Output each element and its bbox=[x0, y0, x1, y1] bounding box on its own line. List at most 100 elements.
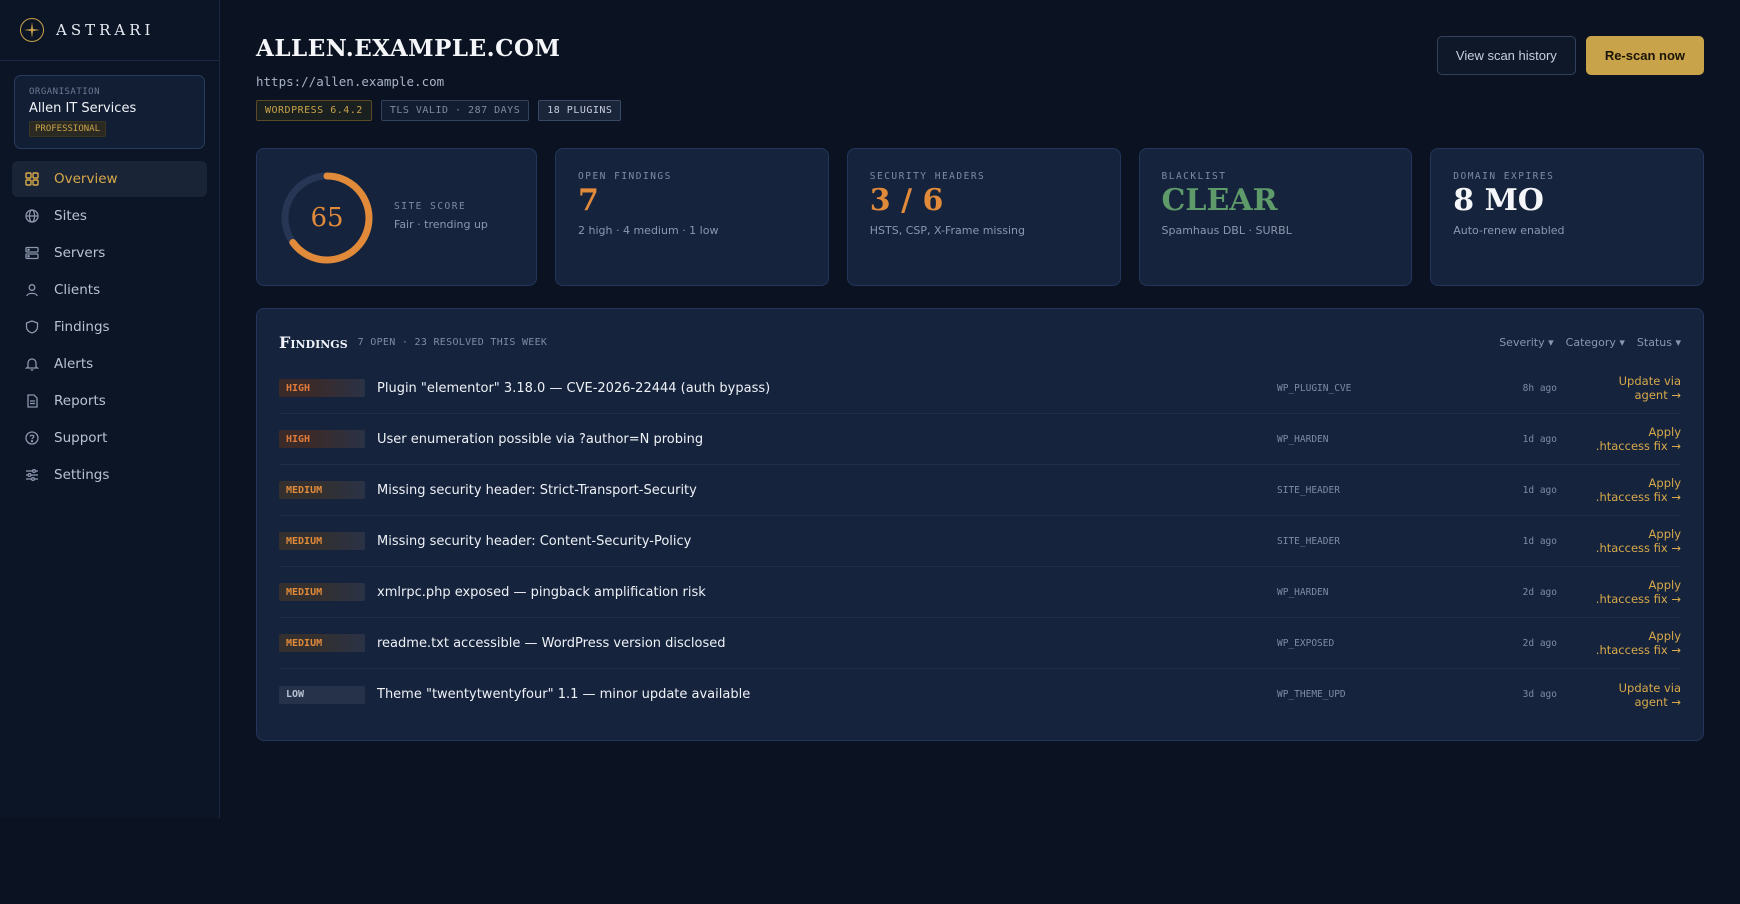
score-label: SITE SCORE bbox=[394, 201, 467, 212]
shield-icon bbox=[24, 319, 40, 335]
site-url[interactable]: https://allen.example.com bbox=[256, 74, 444, 89]
grid-icon bbox=[24, 171, 40, 187]
sidebar-item-clients[interactable]: Clients bbox=[12, 272, 207, 308]
finding-time: 8h ago bbox=[1522, 382, 1557, 394]
table-row[interactable]: LOW Theme "twentytwentyfour" 1.1 — minor… bbox=[279, 669, 1681, 720]
findings-header: Findings 7 OPEN · 23 RESOLVED THIS WEEK … bbox=[279, 329, 1681, 355]
sidebar-item-reports[interactable]: Reports bbox=[12, 383, 207, 419]
finding-description: xmlrpc.php exposed — pingback amplificat… bbox=[377, 584, 706, 600]
finding-time: 2d ago bbox=[1522, 637, 1557, 649]
sidebar-nav: Overview Sites Servers Clients Findings … bbox=[0, 161, 219, 493]
finding-action-link[interactable]: Apply .htaccess fix → bbox=[1581, 629, 1681, 657]
stats-row: 65 SITE SCORE Fair · trending up OPEN FI… bbox=[256, 148, 1704, 286]
stat-sub: 2 high · 4 medium · 1 low bbox=[578, 224, 719, 237]
finding-description: Plugin "elementor" 3.18.0 — CVE-2026-224… bbox=[377, 380, 771, 396]
open-findings-card[interactable]: OPEN FINDINGS 7 2 high · 4 medium · 1 lo… bbox=[555, 148, 829, 286]
sidebar-item-label: Support bbox=[54, 430, 108, 446]
sidebar-item-servers[interactable]: Servers bbox=[12, 235, 207, 271]
stat-sub: Spamhaus DBL · SURBL bbox=[1161, 224, 1292, 237]
table-row[interactable]: MEDIUM Missing security header: Content-… bbox=[279, 516, 1681, 567]
header-actions: View scan history Re-scan now bbox=[1436, 36, 1704, 75]
site-header: ALLEN.EXAMPLE.COM https://allen.example.… bbox=[256, 0, 1704, 148]
finding-category: WP_EXPOSED bbox=[1277, 637, 1335, 649]
sidebar-item-findings[interactable]: Findings bbox=[12, 309, 207, 345]
brand-name: ASTRARI bbox=[56, 21, 155, 39]
filter-status[interactable]: Status ▾ bbox=[1637, 336, 1681, 349]
findings-panel: Findings 7 OPEN · 23 RESOLVED THIS WEEK … bbox=[256, 308, 1704, 741]
finding-time: 1d ago bbox=[1522, 484, 1557, 496]
findings-filters: Severity ▾ Category ▾ Status ▾ bbox=[1499, 336, 1681, 349]
score-sub: Fair · trending up bbox=[394, 218, 488, 231]
user-icon bbox=[24, 282, 40, 298]
sidebar-item-settings[interactable]: Settings bbox=[12, 457, 207, 493]
bell-icon bbox=[24, 356, 40, 372]
finding-time: 1d ago bbox=[1522, 535, 1557, 547]
finding-description: Theme "twentytwentyfour" 1.1 — minor upd… bbox=[377, 687, 751, 702]
brand[interactable]: ASTRARI bbox=[0, 0, 219, 61]
chip-wordpress-version: WORDPRESS 6.4.2 bbox=[256, 100, 372, 121]
severity-badge: MEDIUM bbox=[279, 634, 365, 652]
sidebar-item-label: Clients bbox=[54, 282, 101, 298]
sidebar: ASTRARI ORGANISATION Allen IT Services P… bbox=[0, 0, 220, 818]
sliders-icon bbox=[24, 467, 40, 483]
finding-category: WP_HARDEN bbox=[1277, 586, 1329, 598]
view-scan-history-button[interactable]: View scan history bbox=[1436, 36, 1576, 75]
finding-category: SITE_HEADER bbox=[1277, 535, 1340, 547]
stat-sub: Auto-renew enabled bbox=[1453, 224, 1565, 237]
sidebar-item-alerts[interactable]: Alerts bbox=[12, 346, 207, 382]
filter-category[interactable]: Category ▾ bbox=[1566, 336, 1625, 349]
blacklist-card[interactable]: BLACKLIST CLEAR Spamhaus DBL · SURBL bbox=[1138, 148, 1413, 286]
finding-description: Missing security header: Content-Securit… bbox=[377, 533, 692, 549]
table-row[interactable]: HIGH User enumeration possible via ?auth… bbox=[279, 414, 1681, 465]
org-name: Allen IT Services bbox=[29, 101, 137, 116]
finding-action-link[interactable]: Update via agent → bbox=[1581, 681, 1681, 709]
score-text: SITE SCORE Fair · trending up bbox=[394, 201, 488, 231]
severity-badge: HIGH bbox=[279, 379, 365, 397]
org-switcher[interactable]: ORGANISATION Allen IT Services PROFESSIO… bbox=[14, 75, 205, 149]
sidebar-item-label: Sites bbox=[54, 208, 87, 224]
stat-label: SECURITY HEADERS bbox=[869, 171, 986, 182]
sidebar-item-label: Reports bbox=[54, 393, 106, 409]
finding-category: SITE_HEADER bbox=[1277, 484, 1340, 496]
sidebar-item-label: Alerts bbox=[54, 356, 94, 372]
finding-description: Missing security header: Strict-Transpor… bbox=[377, 482, 697, 498]
finding-action-link[interactable]: Apply .htaccess fix → bbox=[1581, 527, 1681, 555]
document-icon bbox=[24, 393, 40, 409]
stat-label: OPEN FINDINGS bbox=[578, 171, 672, 182]
sidebar-item-label: Findings bbox=[54, 319, 110, 335]
main-content: ALLEN.EXAMPLE.COM https://allen.example.… bbox=[256, 0, 1704, 741]
filter-severity[interactable]: Severity ▾ bbox=[1499, 336, 1553, 349]
domain-expires-card[interactable]: DOMAIN EXPIRES 8 MO Auto-renew enabled bbox=[1430, 148, 1704, 286]
severity-badge: MEDIUM bbox=[279, 583, 365, 601]
chip-plugins-count: 18 PLUGINS bbox=[538, 100, 622, 121]
site-score-card: 65 SITE SCORE Fair · trending up bbox=[256, 148, 537, 286]
stat-value: 3 / 6 bbox=[869, 183, 944, 218]
finding-category: WP_THEME_UPD bbox=[1277, 689, 1346, 700]
table-row[interactable]: MEDIUM xmlrpc.php exposed — pingback amp… bbox=[279, 567, 1681, 618]
stat-label: DOMAIN EXPIRES bbox=[1453, 171, 1555, 182]
finding-action-link[interactable]: Apply .htaccess fix → bbox=[1581, 476, 1681, 504]
severity-badge: LOW bbox=[279, 685, 365, 704]
severity-badge: MEDIUM bbox=[279, 481, 365, 499]
table-row[interactable]: MEDIUM readme.txt accessible — WordPress… bbox=[279, 618, 1681, 669]
finding-description: User enumeration possible via ?author=N … bbox=[377, 431, 704, 447]
finding-time: 2d ago bbox=[1522, 586, 1557, 598]
rescan-now-button[interactable]: Re-scan now bbox=[1585, 36, 1704, 75]
stat-label: BLACKLIST bbox=[1161, 171, 1227, 182]
finding-action-link[interactable]: Update via agent → bbox=[1581, 374, 1681, 402]
sidebar-item-sites[interactable]: Sites bbox=[12, 198, 207, 234]
security-headers-card[interactable]: SECURITY HEADERS 3 / 6 HSTS, CSP, X-Fram… bbox=[846, 148, 1121, 286]
sidebar-item-overview[interactable]: Overview bbox=[12, 161, 207, 197]
finding-action-link[interactable]: Apply .htaccess fix → bbox=[1581, 425, 1681, 453]
finding-description: readme.txt accessible — WordPress versio… bbox=[377, 635, 726, 651]
table-row[interactable]: HIGH Plugin "elementor" 3.18.0 — CVE-202… bbox=[279, 363, 1681, 414]
finding-action-link[interactable]: Apply .htaccess fix → bbox=[1581, 578, 1681, 606]
sidebar-item-support[interactable]: Support bbox=[12, 420, 207, 456]
globe-icon bbox=[24, 208, 40, 224]
sidebar-item-label: Overview bbox=[54, 171, 118, 187]
findings-meta: 7 OPEN · 23 RESOLVED THIS WEEK bbox=[357, 336, 548, 348]
finding-time: 1d ago bbox=[1522, 433, 1557, 445]
table-row[interactable]: MEDIUM Missing security header: Strict-T… bbox=[279, 465, 1681, 516]
org-label: ORGANISATION bbox=[29, 87, 101, 97]
severity-badge: MEDIUM bbox=[279, 532, 365, 550]
